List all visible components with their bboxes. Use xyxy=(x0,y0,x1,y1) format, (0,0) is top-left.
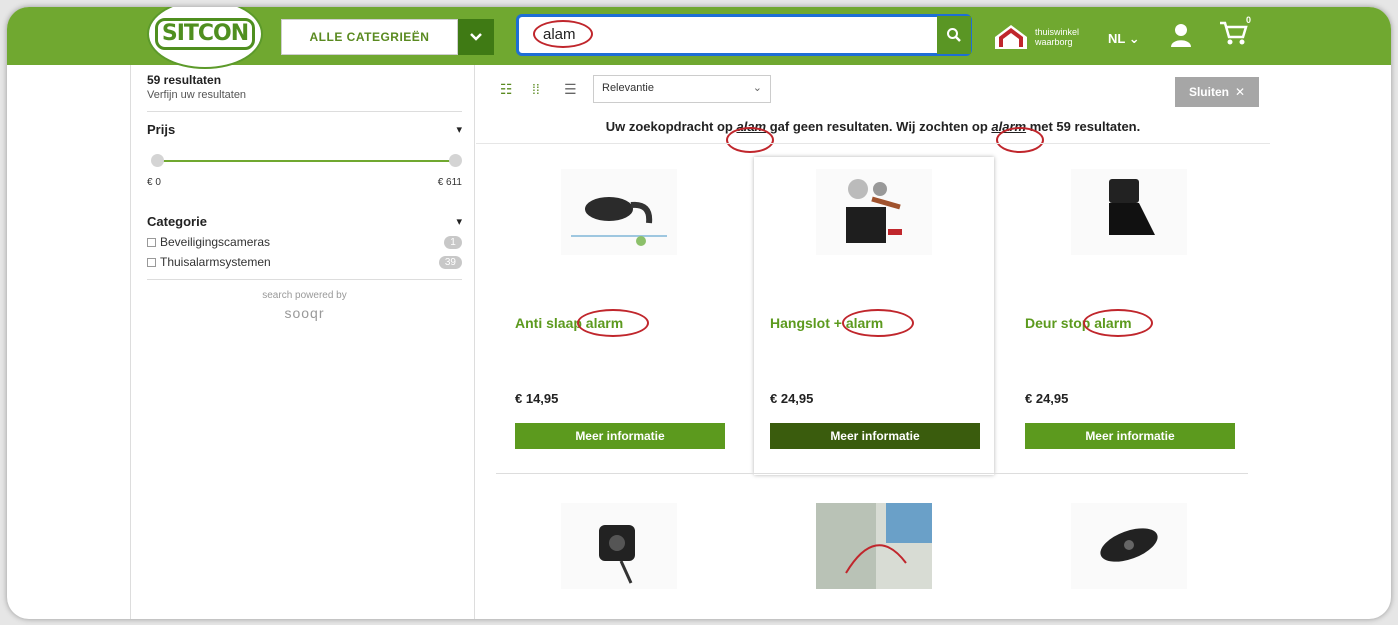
product-card[interactable]: Hangslot + alarm € 24,95 Meer informatie xyxy=(754,157,994,475)
chevron-down-icon[interactable] xyxy=(458,19,494,55)
annotation-circle xyxy=(1083,309,1153,337)
product-card[interactable]: Anti slaap alarm € 14,95 Meer informatie xyxy=(499,157,739,475)
house-icon xyxy=(995,25,1027,49)
top-bar: SITCON ALLE CATEGRIEËN alam thuiswinkel w… xyxy=(7,7,1391,69)
results-panel: ☷ ⁞⁞ ☰ Relevantie ⌄ Sluiten ✕ Uw zoekopd… xyxy=(476,65,1270,619)
thuiswinkel-badge[interactable]: thuiswinkel waarborg xyxy=(993,23,1085,51)
product-image[interactable] xyxy=(1071,169,1187,255)
slider-min-handle[interactable] xyxy=(151,154,164,167)
count-badge: 1 xyxy=(444,235,462,249)
more-info-button[interactable]: Meer informatie xyxy=(770,423,980,449)
category-filter-header[interactable]: Categorie ▾ xyxy=(147,214,462,229)
divider xyxy=(147,111,462,112)
divider xyxy=(147,279,462,280)
search-input[interactable]: alam xyxy=(516,14,972,56)
more-info-button[interactable]: Meer informatie xyxy=(515,423,725,449)
checkbox[interactable] xyxy=(147,237,156,247)
close-button[interactable]: Sluiten ✕ xyxy=(1175,77,1259,107)
price-min: € 0 xyxy=(147,177,161,188)
product-image[interactable] xyxy=(1071,503,1187,589)
search-button[interactable] xyxy=(937,16,971,54)
slider-max-handle[interactable] xyxy=(449,154,462,167)
annotation-circle xyxy=(533,20,593,48)
checkbox[interactable] xyxy=(147,257,156,267)
count-badge: 39 xyxy=(438,255,462,269)
user-icon[interactable] xyxy=(1170,23,1192,47)
all-categories-button[interactable]: ALLE CATEGRIEËN xyxy=(281,19,458,55)
product-image[interactable] xyxy=(561,169,677,255)
product-card[interactable]: Deur stop alarm € 24,95 Meer informatie xyxy=(1009,157,1249,475)
product-image[interactable] xyxy=(816,169,932,255)
language-selector[interactable]: NL ⌄ xyxy=(1108,31,1140,47)
list-detail-view-icon[interactable]: ☷ xyxy=(500,81,513,98)
results-toolbar: ☷ ⁞⁞ ☰ Relevantie ⌄ Sluiten ✕ xyxy=(476,65,1270,109)
price-max: € 611 xyxy=(437,177,462,188)
grid-view-icon[interactable]: ⁞⁞ xyxy=(532,81,540,97)
sort-select[interactable]: Relevantie ⌄ xyxy=(593,75,771,103)
app-window: SITCON ALLE CATEGRIEËN alam thuiswinkel w… xyxy=(7,7,1391,619)
product-price: € 24,95 xyxy=(770,391,814,406)
chevron-down-icon: ⌄ xyxy=(1128,31,1140,46)
annotation-circle xyxy=(842,309,914,337)
search-icon xyxy=(947,28,961,42)
sooqr-logo[interactable]: sooqr xyxy=(147,305,462,321)
annotation-circle xyxy=(996,127,1044,153)
divider xyxy=(476,143,1270,144)
more-info-button[interactable]: Meer informatie xyxy=(1025,423,1235,449)
annotation-circle xyxy=(726,127,774,153)
search-suggestion-message: Uw zoekopdracht op alam gaf geen resulta… xyxy=(605,119,1141,134)
chevron-down-icon: ▾ xyxy=(456,216,462,228)
sitcon-logo[interactable]: SITCON xyxy=(147,7,263,69)
list-view-icon[interactable]: ☰ xyxy=(564,81,577,98)
price-slider[interactable] xyxy=(147,147,462,175)
powered-by: search powered by xyxy=(262,290,347,301)
product-price: € 24,95 xyxy=(1025,391,1069,406)
results-count: 59 resultaten xyxy=(147,73,222,87)
chevron-down-icon: ⌄ xyxy=(752,82,762,94)
cart-icon[interactable]: 0 xyxy=(1219,15,1251,47)
product-image[interactable] xyxy=(561,503,677,589)
category-item[interactable]: Thuisalarmsystemen 39 xyxy=(147,255,462,269)
chevron-down-icon: ▾ xyxy=(456,124,462,136)
refine-label: Verfijn uw resultaten xyxy=(147,89,247,101)
filter-sidebar: 59 resultaten Verfijn uw resultaten Prij… xyxy=(130,65,475,619)
product-price: € 14,95 xyxy=(515,391,559,406)
product-image[interactable] xyxy=(816,503,932,589)
divider xyxy=(496,473,1248,474)
close-icon: ✕ xyxy=(1234,85,1246,99)
annotation-circle xyxy=(577,309,649,337)
price-filter-header[interactable]: Prijs ▾ xyxy=(147,122,462,137)
cart-count: 0 xyxy=(1245,15,1251,25)
category-item[interactable]: Beveiligingscameras 1 xyxy=(147,235,462,249)
